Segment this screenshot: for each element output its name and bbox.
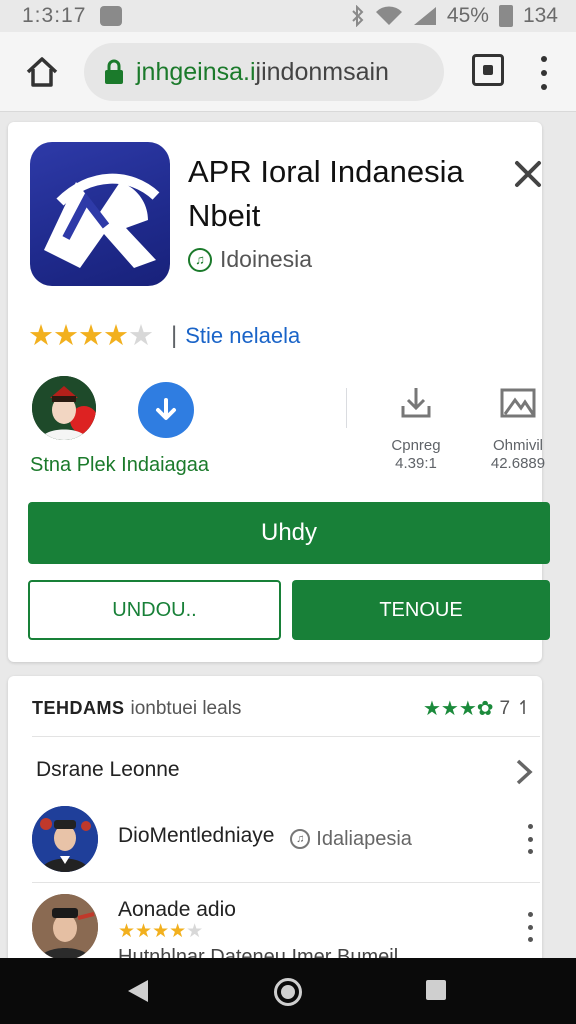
rating-separator: | — [171, 321, 178, 349]
status-right: 45% 134 — [351, 4, 558, 28]
battery-icon — [498, 5, 513, 27]
reviews-count: 7 — [499, 697, 511, 719]
reviews-card: TEHDAMS ionbtuei leals ★★★✿ 7 ↿ Dsrane L… — [8, 676, 542, 976]
reviews-subtitle: ionbtuei leals — [130, 697, 242, 719]
primary-install-button[interactable]: Uhdy — [28, 502, 550, 564]
app-install-card: APR Ioral Indanesia Nbeit ♫ Idoinesia ★★… — [8, 122, 550, 662]
divider — [32, 882, 540, 883]
notification-icon — [100, 6, 123, 26]
reviewer-stars: ★★★★★ — [118, 921, 204, 942]
status-time: 1:3:17 — [22, 4, 87, 27]
reviewer-avatar — [32, 806, 98, 872]
install-icon — [401, 388, 431, 418]
reviewer-developer-name: Idaliapesia — [316, 827, 412, 850]
app-title: APR Ioral Indanesia Nbeit — [188, 154, 464, 233]
recents-icon[interactable] — [426, 980, 446, 1000]
info-divider — [346, 388, 347, 428]
reviewer-name: DioMentledniaye — [118, 824, 275, 847]
reviewer-developer: ♫ Idaliapesia — [290, 828, 412, 851]
publisher-label[interactable]: Stna Plek Indaiagaa — [30, 454, 209, 477]
publisher-avatar[interactable] — [32, 376, 96, 440]
bluetooth-icon — [352, 5, 364, 27]
rating-link[interactable]: Stie nelaela — [185, 323, 300, 349]
meta-1-value: 4.39:1 — [395, 455, 437, 472]
reviewer-avatar — [32, 894, 98, 960]
more-options-icon[interactable] — [526, 912, 534, 942]
review-item[interactable]: Aonade adio ★★★★★ Hutnhlnar Dateneu Imer… — [32, 894, 540, 968]
url-text: jnhgeinsa.ijindonmsain — [136, 58, 389, 87]
url-bar[interactable]: jnhgeinsa.ijindonmsain — [84, 43, 444, 101]
nav-home-icon[interactable] — [274, 978, 302, 1006]
app-info-row: Cpnreg 4.39:1 Ohmivil 42.6889 Stna Plek … — [8, 372, 545, 482]
review-item[interactable]: DioMentledniaye ♫ Idaliapesia — [32, 806, 540, 878]
browser-toolbar: jnhgeinsa.ijindonmsain — [0, 32, 576, 112]
home-icon[interactable] — [22, 52, 62, 92]
status-right-value: 134 — [522, 4, 558, 27]
back-icon[interactable] — [128, 980, 148, 1002]
close-icon[interactable] — [508, 154, 548, 194]
system-nav-bar — [0, 958, 576, 1024]
meta-1-label: Cpnreg — [391, 437, 441, 454]
reviews-stars: ★★★✿ — [422, 698, 494, 720]
url-path: jindonmsain — [255, 57, 389, 86]
battery-percent: 45% — [446, 4, 489, 27]
secondary-solid-button[interactable]: TENOUE — [292, 580, 550, 640]
reviews-info-icon[interactable]: ↿ — [516, 697, 532, 720]
rating-stars: ★★★★★ — [28, 320, 154, 352]
meta-2-value: 42.6889 — [490, 455, 546, 472]
download-icon — [156, 398, 176, 420]
status-bar: 1:3:17 45% 134 — [0, 0, 576, 32]
wifi-icon — [375, 6, 402, 26]
menu-icon[interactable] — [536, 56, 552, 90]
download-button[interactable] — [138, 382, 194, 438]
developer-badge-icon: ♫ — [290, 829, 311, 849]
developer-name: Idoinesia — [220, 246, 313, 272]
meta-column-1: Cpnreg 4.39:1 — [374, 386, 458, 473]
tabs-icon[interactable] — [472, 54, 504, 86]
lock-icon — [105, 59, 123, 84]
reviews-title: TEHDAMS — [32, 698, 125, 718]
divider — [32, 736, 540, 737]
rating-row: ★★★★★ | Stie nelaela — [28, 318, 300, 353]
bookmark-icon — [500, 388, 536, 418]
more-options-icon[interactable] — [526, 824, 534, 854]
secondary-outline-button[interactable]: UNDOU.. — [28, 580, 281, 640]
reviews-header: TEHDAMS ionbtuei leals ★★★✿ 7 ↿ — [32, 696, 532, 721]
meta-2-label: Ohmivil — [492, 437, 543, 454]
app-logo — [30, 142, 170, 286]
developer-badge-icon: ♫ — [188, 247, 212, 272]
reviews-list-header[interactable]: Dsrane Leonne — [36, 758, 180, 782]
reviewer-line: DioMentledniaye ♫ Idaliapesia — [118, 824, 412, 851]
reviewer-name: Aonade adio — [118, 898, 236, 921]
meta-column-2: Ohmivil 42.6889 — [476, 386, 560, 473]
url-host: jnhgeinsa.i — [136, 57, 256, 86]
signal-icon — [413, 7, 436, 25]
chevron-right-icon[interactable] — [514, 758, 534, 786]
developer-row[interactable]: ♫ Idoinesia — [188, 246, 312, 273]
